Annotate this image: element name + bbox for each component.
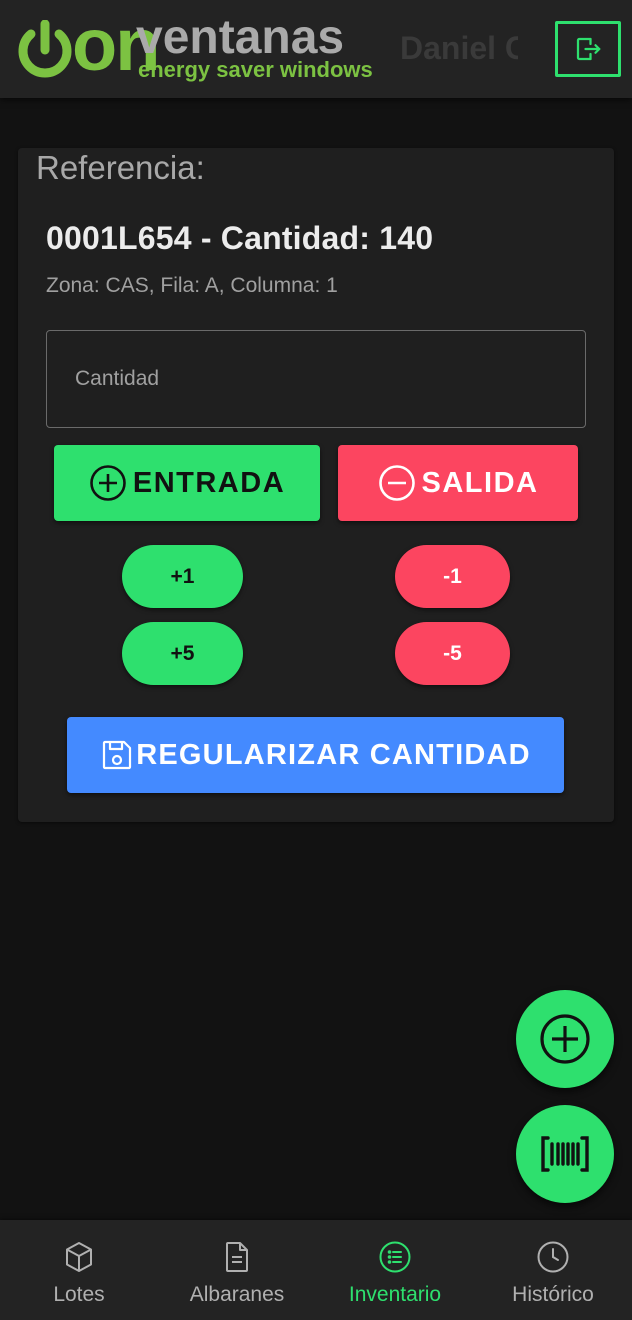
user-name: Daniel C xyxy=(400,30,518,66)
nav-label-lotes: Lotes xyxy=(53,1283,105,1306)
decrement-1-button[interactable]: -1 xyxy=(395,545,510,608)
salida-label: SALIDA xyxy=(421,466,539,499)
reference-card: Referencia: 0001L654 - Cantidad: 140 Zon… xyxy=(18,148,614,822)
nav-item-inventario[interactable]: Inventario xyxy=(316,1220,474,1320)
logout-icon xyxy=(576,37,601,61)
app-root: on ventanas energy saver windows Daniel … xyxy=(0,0,632,1320)
entrada-label: ENTRADA xyxy=(132,466,286,499)
regularizar-label: REGULARIZAR CANTIDAD xyxy=(136,738,531,771)
list-icon xyxy=(379,1241,411,1273)
card-label: Referencia: xyxy=(36,149,205,186)
entrada-button[interactable]: ENTRADA xyxy=(54,445,320,521)
add-fab-button[interactable] xyxy=(516,990,614,1088)
nav-item-albaranes[interactable]: Albaranes xyxy=(158,1220,316,1320)
reference-location: Zona: CAS, Fila: A, Columna: 1 xyxy=(46,274,338,297)
logo-tagline: energy saver windows xyxy=(138,57,373,82)
power-icon xyxy=(18,20,72,78)
nav-label-historico: Histórico xyxy=(512,1283,594,1306)
logo-brand: ventanas xyxy=(136,11,345,64)
barcode-icon xyxy=(541,1136,589,1172)
save-icon xyxy=(103,740,132,770)
increment-1-button[interactable]: +1 xyxy=(122,545,243,608)
nav-label-inventario: Inventario xyxy=(348,1283,442,1306)
clock-icon xyxy=(537,1241,569,1273)
app-header: on ventanas energy saver windows Daniel … xyxy=(0,0,632,98)
nav-item-historico[interactable]: Histórico xyxy=(474,1220,632,1320)
logout-button[interactable] xyxy=(555,21,621,77)
document-icon xyxy=(226,1242,248,1272)
minus-circle-icon xyxy=(378,465,415,501)
nav-label-albaranes: Albaranes xyxy=(189,1283,285,1306)
decrement-5-button[interactable]: -5 xyxy=(395,622,510,685)
cube-icon xyxy=(66,1242,92,1272)
plus-circle-icon xyxy=(90,465,126,501)
bottom-navigation: Lotes Albaranes Inventario Histórico xyxy=(0,1220,632,1320)
scan-barcode-fab-button[interactable] xyxy=(516,1105,614,1203)
nav-item-lotes[interactable]: Lotes xyxy=(0,1220,158,1320)
quantity-input[interactable] xyxy=(46,330,586,428)
regularizar-button[interactable]: REGULARIZAR CANTIDAD xyxy=(67,717,564,793)
increment-5-button[interactable]: +5 xyxy=(122,622,243,685)
company-logo: on ventanas energy saver windows xyxy=(16,8,386,88)
salida-button[interactable]: SALIDA xyxy=(338,445,578,521)
plus-circle-icon xyxy=(540,1014,590,1064)
reference-title: 0001L654 - Cantidad: 140 xyxy=(46,220,434,256)
